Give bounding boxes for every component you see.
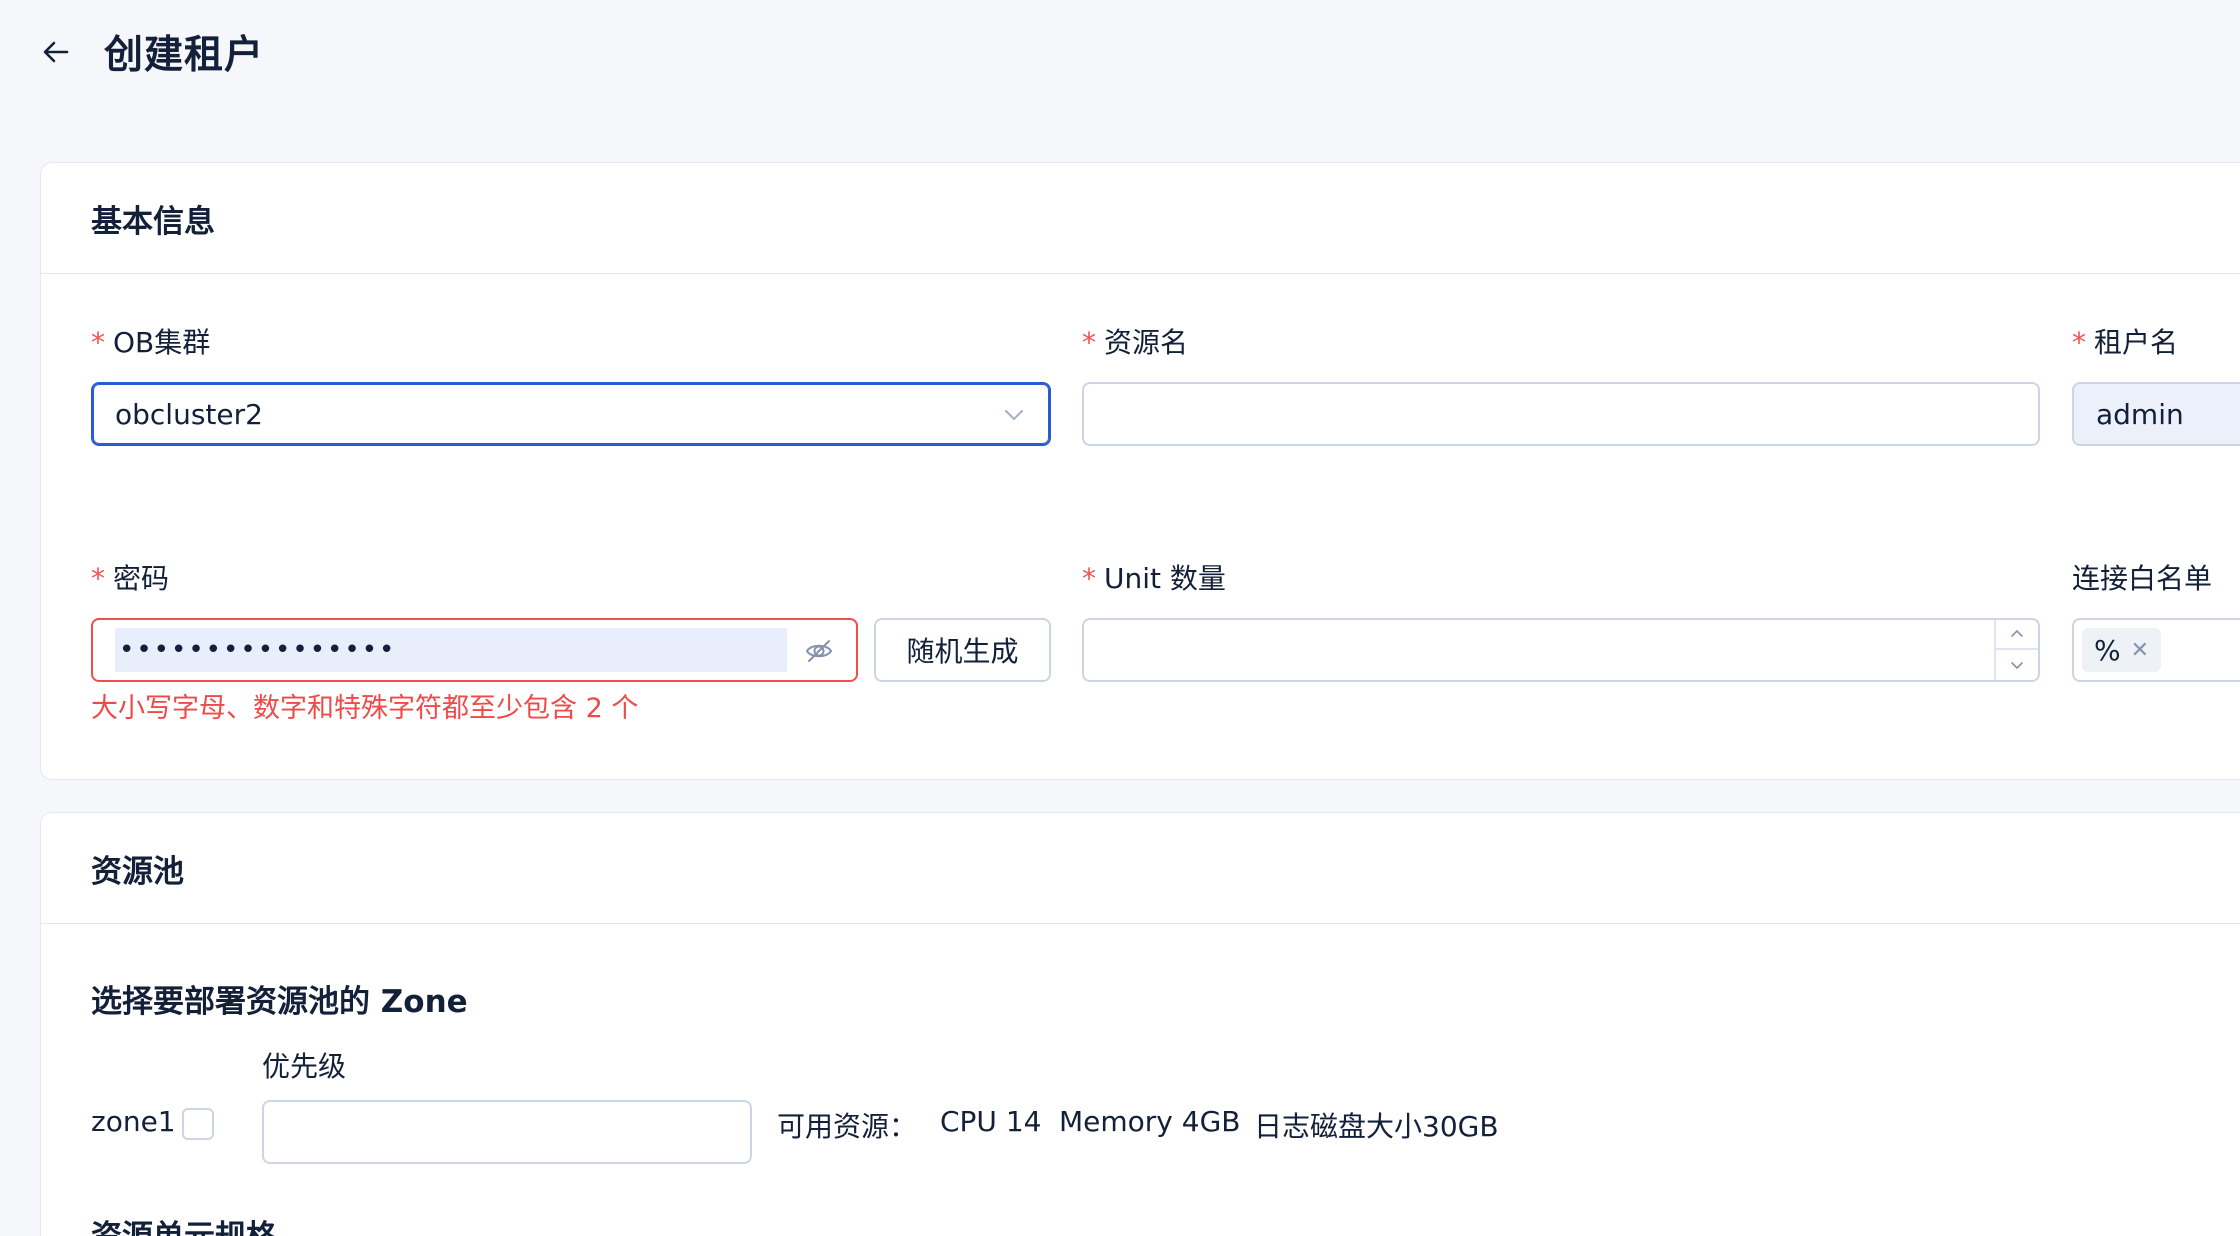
close-icon[interactable]: ✕ bbox=[2131, 638, 2149, 663]
zone-name: zone1 bbox=[91, 1105, 176, 1138]
password-value: •••••••••••••••• bbox=[115, 628, 787, 672]
chevron-down-icon bbox=[1005, 410, 1023, 420]
step-down-button[interactable] bbox=[1996, 650, 2038, 680]
arrow-left-icon bbox=[43, 41, 69, 63]
back-button[interactable] bbox=[34, 30, 78, 74]
whitelist-select[interactable]: % ✕ bbox=[2072, 618, 2240, 682]
resource-pool-card: 资源池 选择要部署资源池的 Zone 优先级 zone1 可用资源： CPU 1… bbox=[40, 812, 2240, 1236]
whitelist-label-text: 连接白名单 bbox=[2072, 562, 2213, 595]
ob-cluster-select[interactable]: obcluster2 bbox=[91, 382, 1051, 446]
resource-name-label-text: 资源名 bbox=[1104, 326, 1189, 359]
tenant-name-label-text: 租户名 bbox=[2094, 326, 2179, 359]
unit-spec-title: 资源单元规格 bbox=[91, 1211, 277, 1236]
eye-slash-icon[interactable] bbox=[804, 636, 834, 666]
required-mark: * bbox=[91, 562, 105, 595]
required-mark: * bbox=[1082, 562, 1096, 595]
create-tenant-page: 创建租户 基本信息 * OB集群 obcluster2 * 资源名 * 租户名 … bbox=[0, 0, 2240, 1236]
required-mark: * bbox=[2072, 326, 2086, 359]
required-mark: * bbox=[91, 326, 105, 359]
whitelist-label: 连接白名单 bbox=[2072, 559, 2212, 599]
priority-input[interactable] bbox=[262, 1100, 752, 1164]
password-label-text: 密码 bbox=[113, 562, 170, 595]
basic-info-title: 基本信息 bbox=[91, 203, 215, 240]
ob-cluster-label: * OB集群 bbox=[91, 323, 210, 363]
password-input[interactable]: •••••••••••••••• bbox=[91, 618, 858, 682]
zone-checkbox[interactable] bbox=[182, 1108, 214, 1140]
ob-cluster-value: obcluster2 bbox=[115, 397, 263, 431]
tenant-name-value: admin bbox=[2096, 397, 2184, 431]
chevron-up-icon bbox=[2011, 629, 2023, 637]
basic-info-card: 基本信息 * OB集群 obcluster2 * 资源名 * 租户名 admin… bbox=[40, 162, 2240, 780]
available-resources-label: 可用资源： bbox=[777, 1110, 918, 1143]
ob-cluster-label-text: OB集群 bbox=[113, 326, 211, 359]
resource-name-label: * 资源名 bbox=[1082, 323, 1188, 363]
resource-pool-title: 资源池 bbox=[91, 853, 184, 890]
whitelist-tag-label: % bbox=[2094, 633, 2121, 667]
unit-count-input[interactable] bbox=[1082, 618, 2040, 682]
password-field: * 密码 bbox=[91, 559, 169, 599]
log-disk-value: 日志磁盘大小30GB bbox=[1254, 1110, 1499, 1143]
step-up-button[interactable] bbox=[1996, 620, 2038, 650]
unit-count-label: * Unit 数量 bbox=[1082, 559, 1226, 599]
whitelist-tag: % ✕ bbox=[2082, 628, 2162, 672]
required-mark: * bbox=[1082, 326, 1096, 359]
resource-pool-header: 资源池 bbox=[41, 813, 2240, 924]
memory-value: Memory 4GB bbox=[1059, 1105, 1241, 1138]
priority-label: 优先级 bbox=[262, 1050, 347, 1083]
chevron-down-icon bbox=[2011, 662, 2023, 670]
tenant-name-label: * 租户名 bbox=[2072, 323, 2178, 363]
unit-count-field: * Unit 数量 bbox=[1082, 559, 1226, 599]
ob-cluster-field: * OB集群 bbox=[91, 323, 210, 363]
resource-name-field: * 资源名 bbox=[1082, 323, 1188, 363]
zone-section-title: 选择要部署资源池的 Zone bbox=[91, 984, 468, 1020]
cpu-value: CPU 14 bbox=[940, 1105, 1042, 1138]
tenant-name-field: * 租户名 bbox=[2072, 323, 2178, 363]
page-title: 创建租户 bbox=[104, 33, 265, 78]
resource-name-input[interactable] bbox=[1082, 382, 2040, 446]
unit-count-stepper bbox=[1994, 620, 2038, 680]
basic-info-header: 基本信息 bbox=[41, 163, 2240, 274]
whitelist-field: 连接白名单 bbox=[2072, 559, 2212, 599]
tenant-name-input[interactable]: admin bbox=[2072, 382, 2240, 446]
password-error-text: 大小写字母、数字和特殊字符都至少包含 2 个 bbox=[91, 693, 639, 724]
password-label: * 密码 bbox=[91, 559, 169, 599]
random-generate-button[interactable]: 随机生成 bbox=[874, 618, 1051, 682]
unit-count-label-text: Unit 数量 bbox=[1104, 562, 1226, 595]
